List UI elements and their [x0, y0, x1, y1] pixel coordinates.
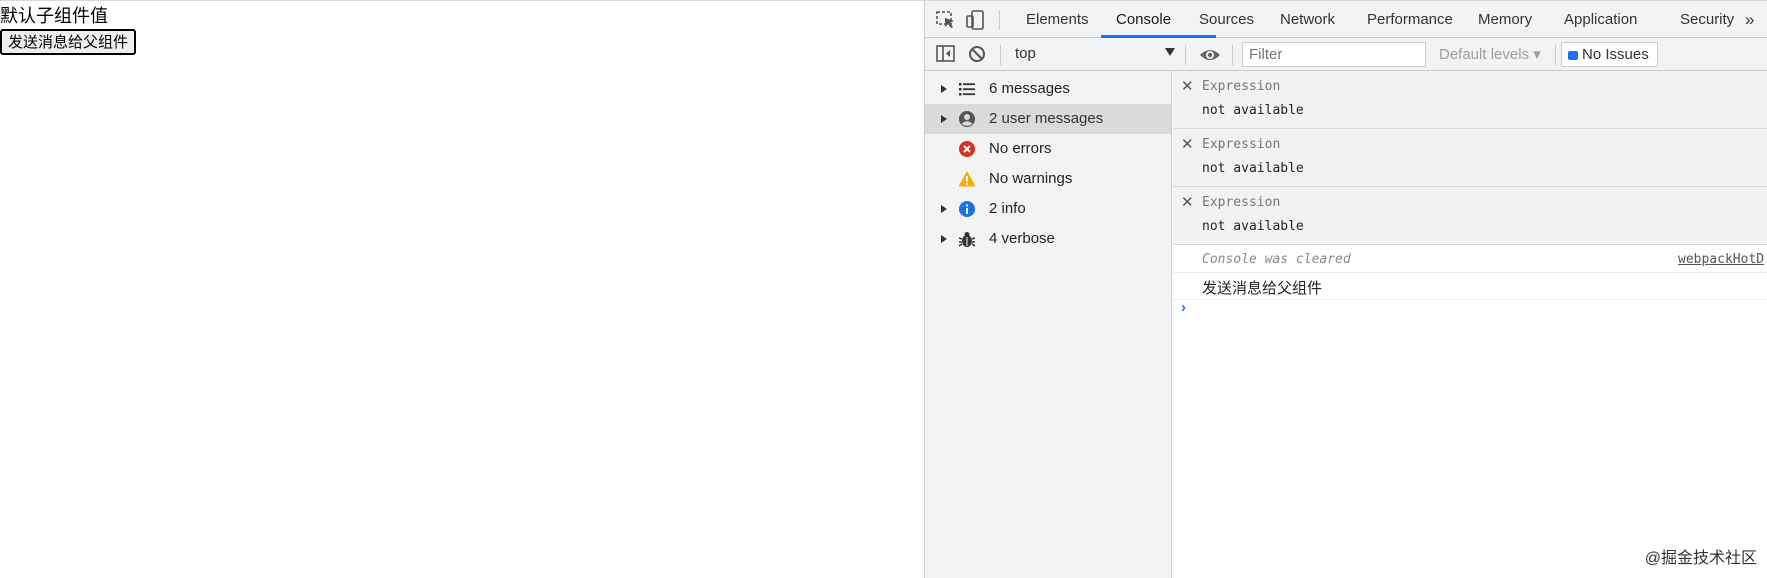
- sidebar-item-errors[interactable]: No errors: [925, 134, 1171, 164]
- expression-name[interactable]: Expression: [1202, 195, 1280, 210]
- tab-network[interactable]: Network: [1280, 1, 1335, 38]
- bug-icon: [958, 230, 976, 248]
- default-levels-dropdown[interactable]: Default levels ▾: [1439, 45, 1541, 63]
- chevron-down-icon[interactable]: [1165, 48, 1175, 56]
- message-source-link[interactable]: webpackHotD: [1678, 252, 1764, 267]
- live-expression: ✕ Expression not available: [1173, 129, 1767, 187]
- live-expression: ✕ Expression not available: [1173, 71, 1767, 129]
- expression-value: not available: [1202, 103, 1304, 118]
- toolbar-separator: [1555, 45, 1556, 65]
- error-icon: [958, 140, 976, 158]
- watermark-text: @掘金技术社区: [1644, 550, 1757, 567]
- console-sidebar: 6 messages 2 user messages No errors No …: [925, 71, 1172, 578]
- inspect-element-icon[interactable]: [935, 10, 957, 30]
- sidebar-item-label: No errors: [989, 140, 1052, 157]
- tab-security[interactable]: Security: [1680, 1, 1734, 38]
- sidebar-item-label: 4 verbose: [989, 230, 1055, 247]
- tab-performance[interactable]: Performance: [1367, 1, 1453, 38]
- expression-value: not available: [1202, 219, 1304, 234]
- list-icon: [958, 80, 976, 98]
- context-selector[interactable]: top: [1015, 45, 1036, 62]
- sidebar-item-label: 2 info: [989, 200, 1026, 217]
- live-expression: ✕ Expression not available: [1173, 187, 1767, 245]
- tab-console[interactable]: Console: [1116, 1, 1171, 38]
- child-value-text: 默认子组件值: [0, 6, 108, 27]
- remove-expression-icon[interactable]: ✕: [1181, 135, 1194, 153]
- warning-icon: [958, 170, 976, 188]
- tab-sources[interactable]: Sources: [1199, 1, 1254, 38]
- expression-value: not available: [1202, 161, 1304, 176]
- expand-arrow-icon[interactable]: [941, 85, 947, 93]
- sidebar-toggle-icon[interactable]: [935, 44, 957, 64]
- sidebar-item-label: 6 messages: [989, 80, 1070, 97]
- web-page: 默认子组件值 发送消息给父组件: [0, 0, 924, 578]
- console-message: 发送消息给父组件: [1173, 273, 1767, 300]
- sidebar-item-user-messages[interactable]: 2 user messages: [925, 104, 1171, 134]
- console-cleared-text: Console was cleared: [1202, 252, 1351, 267]
- device-toolbar-icon[interactable]: [965, 10, 987, 30]
- issues-icon: [1568, 51, 1578, 60]
- sidebar-item-label: 2 user messages: [989, 110, 1104, 127]
- sidebar-item-messages[interactable]: 6 messages: [925, 74, 1171, 104]
- live-expression-eye-icon[interactable]: [1199, 45, 1221, 65]
- more-tabs-icon[interactable]: »: [1745, 1, 1754, 38]
- expression-name[interactable]: Expression: [1202, 137, 1280, 152]
- filter-input[interactable]: [1242, 42, 1426, 67]
- issues-button[interactable]: No Issues: [1561, 42, 1658, 67]
- tab-application[interactable]: Application: [1564, 1, 1637, 38]
- sidebar-item-info[interactable]: 2 info: [925, 194, 1171, 224]
- devtools-panel: Elements Console Sources Network Perform…: [924, 0, 1767, 578]
- devtools-tabbar: Elements Console Sources Network Perform…: [925, 0, 1767, 38]
- console-output: ✕ Expression not available ✕ Expression …: [1173, 71, 1767, 578]
- toolbar-separator: [1232, 45, 1233, 65]
- remove-expression-icon[interactable]: ✕: [1181, 193, 1194, 211]
- expand-arrow-icon[interactable]: [941, 235, 947, 243]
- toolbar-separator: [1000, 45, 1001, 65]
- console-prompt-icon[interactable]: ›: [1181, 299, 1186, 316]
- tab-elements[interactable]: Elements: [1026, 1, 1089, 38]
- sidebar-item-warnings[interactable]: No warnings: [925, 164, 1171, 194]
- toolbar-separator: [1185, 45, 1186, 65]
- console-toolbar: top Default levels ▾ No Issues: [925, 38, 1767, 71]
- info-icon: [958, 200, 976, 218]
- expand-arrow-icon[interactable]: [941, 115, 947, 123]
- remove-expression-icon[interactable]: ✕: [1181, 77, 1194, 95]
- send-message-button[interactable]: 发送消息给父组件: [0, 29, 137, 55]
- tabbar-separator: [999, 10, 1000, 30]
- user-icon: [958, 110, 976, 128]
- sidebar-item-verbose[interactable]: 4 verbose: [925, 224, 1171, 254]
- expression-name[interactable]: Expression: [1202, 79, 1280, 94]
- issues-label: No Issues: [1582, 46, 1649, 63]
- console-log-text: 发送消息给父组件: [1202, 280, 1323, 297]
- clear-console-icon[interactable]: [966, 44, 988, 64]
- sidebar-item-label: No warnings: [989, 170, 1073, 187]
- expand-arrow-icon[interactable]: [941, 205, 947, 213]
- tab-memory[interactable]: Memory: [1478, 1, 1532, 38]
- console-message: Console was cleared webpackHotD: [1173, 246, 1767, 273]
